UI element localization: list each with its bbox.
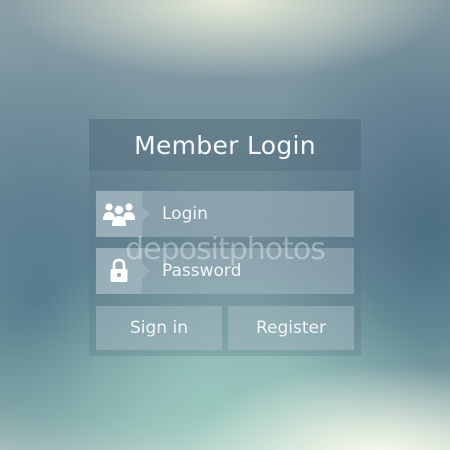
register-button[interactable]: Register (228, 306, 354, 350)
password-input[interactable]: Password (162, 248, 241, 294)
login-title: Member Login (89, 119, 361, 171)
users-icon (96, 191, 142, 237)
padlock-icon (96, 248, 142, 294)
password-field[interactable]: Password (96, 248, 354, 294)
login-field[interactable]: Login (96, 191, 354, 237)
login-input[interactable]: Login (162, 191, 208, 237)
sign-in-button[interactable]: Sign in (96, 306, 222, 350)
